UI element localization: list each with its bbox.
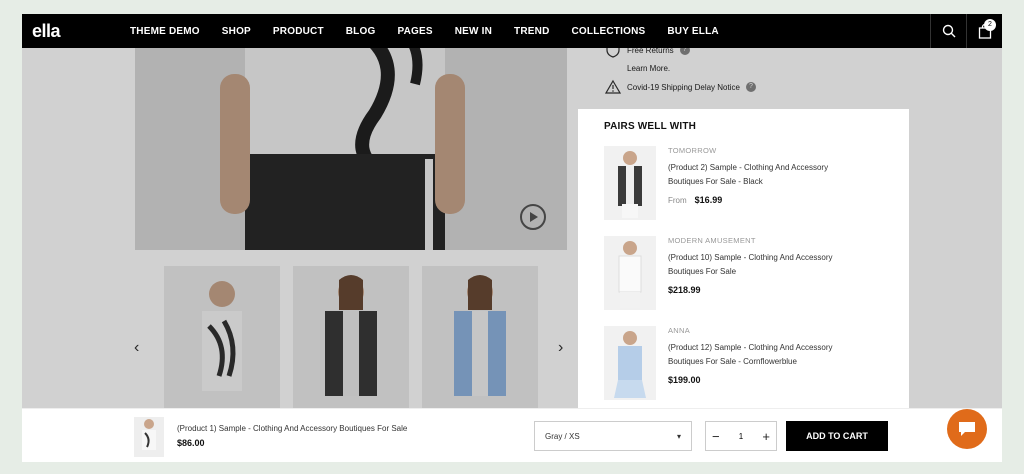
- menu-item-shop[interactable]: SHOP: [222, 26, 251, 37]
- sticky-add-to-cart-bar: (Product 1) Sample - Clothing And Access…: [22, 408, 1002, 462]
- menu-item-trend[interactable]: TREND: [514, 26, 549, 37]
- pair-image[interactable]: [604, 146, 656, 220]
- pair-image[interactable]: [604, 236, 656, 310]
- cart-button[interactable]: 2: [966, 14, 1002, 48]
- pair-name[interactable]: (Product 12) Sample - Clothing And Acces…: [668, 341, 858, 369]
- pairs-title: PAIRS WELL WITH: [604, 121, 697, 132]
- chat-button[interactable]: [947, 409, 987, 449]
- main-menu: THEME DEMO SHOP PRODUCT BLOG PAGES NEW I…: [130, 26, 741, 37]
- sticky-product-name: (Product 1) Sample - Clothing And Access…: [177, 424, 408, 433]
- quantity-stepper: − 1 +: [705, 421, 777, 451]
- pair-image[interactable]: [604, 326, 656, 400]
- pair-price: $199.00: [668, 375, 858, 385]
- logo[interactable]: ella: [32, 21, 112, 42]
- pair-name[interactable]: (Product 2) Sample - Clothing And Access…: [668, 161, 858, 189]
- chevron-down-icon: ▾: [676, 432, 681, 441]
- increase-quantity-button[interactable]: +: [762, 429, 770, 444]
- sticky-photo: [142, 419, 156, 450]
- pair-name[interactable]: (Product 10) Sample - Clothing And Acces…: [668, 251, 858, 279]
- variant-select[interactable]: Gray / XS ▾: [534, 421, 692, 451]
- pair-vendor[interactable]: MODERN AMUSEMENT: [668, 236, 858, 245]
- pair-price: From $16.99: [668, 195, 858, 205]
- variant-value: Gray / XS: [545, 432, 580, 441]
- pair-vendor[interactable]: ANNA: [668, 326, 858, 335]
- nav-icons: 2: [930, 14, 1002, 48]
- sticky-product-price: $86.00: [177, 438, 205, 448]
- sticky-product-thumb: [134, 417, 164, 457]
- pair-photo: [618, 151, 642, 218]
- pair-price: $218.99: [668, 285, 858, 295]
- page-frame: ella THEME DEMO SHOP PRODUCT BLOG PAGES …: [22, 14, 1002, 462]
- pair-price-value: $16.99: [694, 195, 723, 205]
- menu-item-buy-ella[interactable]: BUY ELLA: [667, 26, 718, 37]
- add-to-cart-button[interactable]: ADD TO CART: [786, 421, 888, 451]
- pair-details: TOMORROW (Product 2) Sample - Clothing A…: [668, 146, 858, 220]
- pair-item[interactable]: MODERN AMUSEMENT (Product 10) Sample - C…: [604, 236, 883, 310]
- cart-count-badge: 2: [984, 19, 996, 31]
- chat-icon: [959, 422, 975, 436]
- search-button[interactable]: [930, 14, 966, 48]
- decrease-quantity-button[interactable]: −: [712, 429, 720, 444]
- pair-vendor[interactable]: TOMORROW: [668, 146, 858, 155]
- menu-item-blog[interactable]: BLOG: [346, 26, 376, 37]
- quantity-value[interactable]: 1: [739, 432, 743, 441]
- menu-item-collections[interactable]: COLLECTIONS: [572, 26, 646, 37]
- pair-details: ANNA (Product 12) Sample - Clothing And …: [668, 326, 858, 400]
- menu-item-theme-demo[interactable]: THEME DEMO: [130, 26, 200, 37]
- pair-photo: [618, 241, 642, 308]
- pair-from-label: From: [668, 196, 687, 205]
- pair-details: MODERN AMUSEMENT (Product 10) Sample - C…: [668, 236, 858, 310]
- pair-price-value: $199.00: [668, 375, 701, 385]
- pair-item[interactable]: ANNA (Product 12) Sample - Clothing And …: [604, 326, 883, 400]
- pair-price-value: $218.99: [668, 285, 701, 295]
- top-nav: ella THEME DEMO SHOP PRODUCT BLOG PAGES …: [22, 14, 1002, 48]
- pairs-well-with-popup: PAIRS WELL WITH TOMORROW (Product 2) Sam…: [578, 109, 909, 415]
- menu-item-pages[interactable]: PAGES: [397, 26, 432, 37]
- menu-item-new-in[interactable]: NEW IN: [455, 26, 492, 37]
- menu-item-product[interactable]: PRODUCT: [273, 26, 324, 37]
- pair-photo: [614, 331, 646, 398]
- search-icon: [942, 24, 955, 38]
- pair-item[interactable]: TOMORROW (Product 2) Sample - Clothing A…: [604, 146, 883, 220]
